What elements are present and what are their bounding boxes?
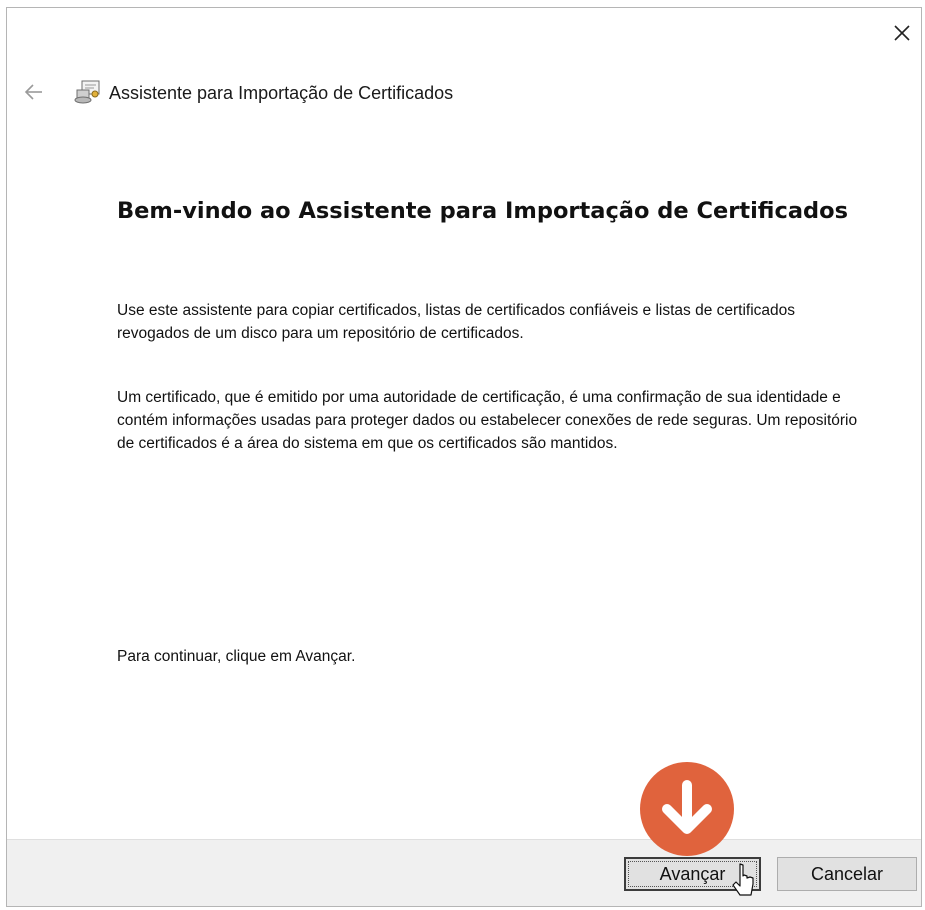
welcome-content: Bem-vindo ao Assistente para Importação … xyxy=(117,194,877,665)
mouse-cursor-icon xyxy=(732,863,754,896)
wizard-header: Assistente para Importação de Certificad… xyxy=(7,72,921,112)
cancel-button-label: Cancelar xyxy=(810,863,884,884)
wizard-footer: Avançar Cancelar xyxy=(7,839,921,906)
back-arrow-icon xyxy=(24,84,42,100)
continue-instruction: Para continuar, clique em Avançar. xyxy=(117,648,356,665)
certificate-import-wizard-window: Assistente para Importação de Certificad… xyxy=(6,7,922,907)
close-button[interactable] xyxy=(885,16,919,50)
page-title: Bem-vindo ao Assistente para Importação … xyxy=(117,198,848,224)
back-button[interactable] xyxy=(19,78,49,106)
down-arrow-icon xyxy=(662,780,712,834)
intro-paragraph: Use este assistente para copiar certific… xyxy=(117,302,796,342)
certificate-wizard-icon xyxy=(74,80,100,104)
close-icon xyxy=(894,25,910,41)
wizard-title: Assistente para Importação de Certificad… xyxy=(109,83,454,103)
certificate-description-paragraph: Um certificado, que é emitido por uma au… xyxy=(117,389,858,452)
down-arrow-badge xyxy=(640,762,734,856)
cancel-button[interactable]: Cancelar xyxy=(777,857,917,891)
